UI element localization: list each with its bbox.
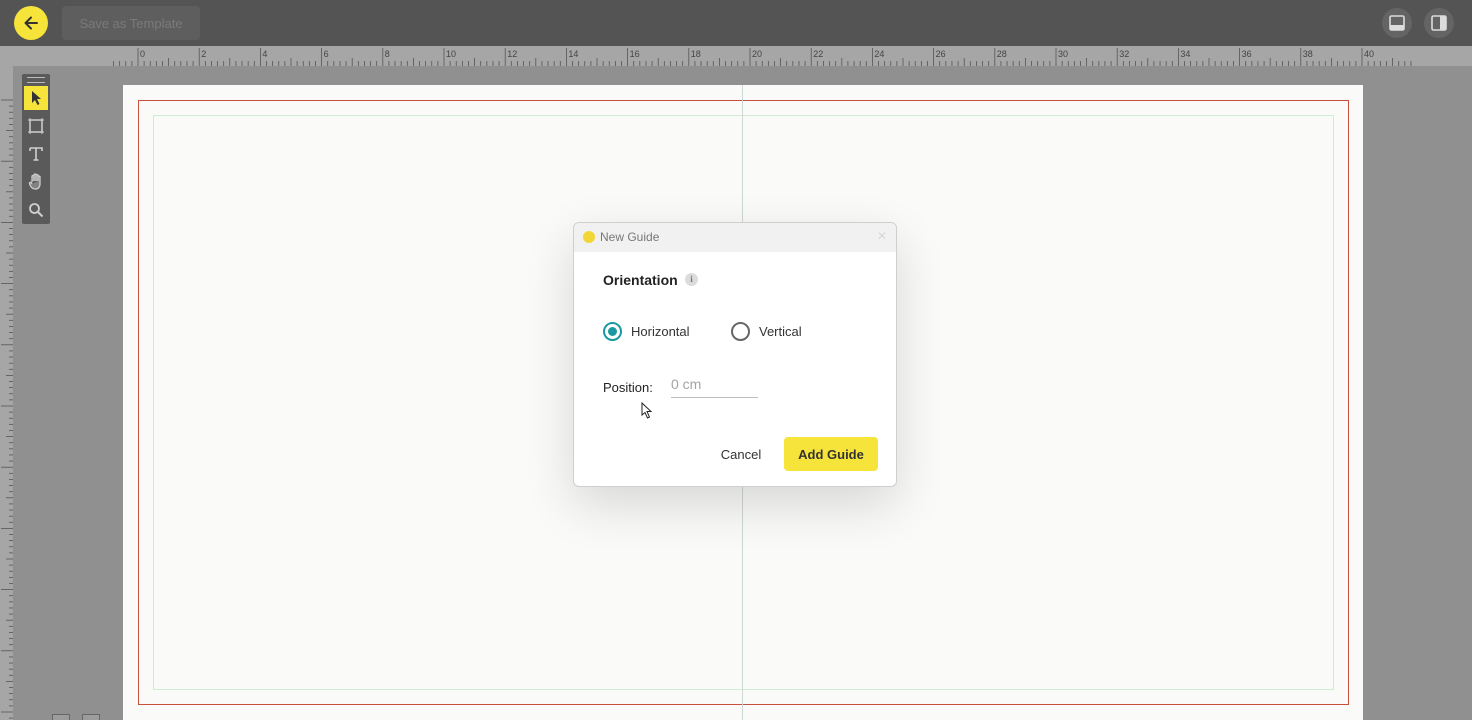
ruler-label: 22 (813, 49, 823, 59)
ruler-label: 40 (1364, 49, 1374, 59)
position-label: Position: (603, 380, 653, 395)
hand-icon (28, 173, 41, 190)
radio-button-checked[interactable] (603, 322, 622, 341)
select-tool[interactable] (24, 86, 48, 110)
close-icon[interactable]: ✕ (877, 229, 887, 243)
magnifier-icon (29, 203, 44, 218)
ruler-label: 14 (568, 49, 578, 59)
ruler-label: 0 (140, 49, 145, 59)
mouse-cursor-icon (641, 402, 653, 419)
save-as-template-button[interactable]: Save as Template (62, 6, 200, 40)
cancel-button[interactable]: Cancel (709, 438, 773, 470)
ruler-label: 26 (936, 49, 946, 59)
radio-vertical-label: Vertical (759, 324, 802, 339)
ruler-label: 20 (752, 49, 762, 59)
top-toolbar: Save as Template (0, 0, 1472, 46)
pointer-icon (32, 91, 41, 105)
page-view-toggle[interactable] (82, 714, 100, 720)
ruler-label: 30 (1058, 49, 1068, 59)
ruler-label: 36 (1242, 49, 1252, 59)
back-button[interactable] (14, 6, 48, 40)
ruler-label: 24 (874, 49, 884, 59)
ruler-label: 28 (997, 49, 1007, 59)
ruler-label: 10 (446, 49, 456, 59)
info-icon[interactable]: i (685, 273, 698, 286)
new-guide-dialog: New Guide ✕ Orientation i Horizontal Ver… (573, 222, 897, 487)
zoom-tool[interactable] (24, 198, 48, 222)
palette-drag-handle[interactable] (27, 77, 45, 83)
side-panel-toggle-button[interactable] (1424, 8, 1454, 38)
frame-tool[interactable] (24, 114, 48, 138)
horizontal-ruler: 0 2 4 6 8 10 12 14 16 18 20 22 24 26 28 30 32 34 36 38 40 (0, 46, 1472, 66)
ruler-label: 32 (1119, 49, 1129, 59)
add-guide-button[interactable]: Add Guide (784, 437, 878, 471)
ruler-label: 6 (324, 49, 329, 59)
ruler-label: 4 (262, 49, 267, 59)
text-tool[interactable] (24, 142, 48, 166)
app-logo-icon (583, 231, 595, 243)
radio-button-unchecked[interactable] (731, 322, 750, 341)
ruler-label: 16 (630, 49, 640, 59)
radio-vertical[interactable]: Vertical (731, 322, 802, 341)
panel-right-icon (1431, 15, 1447, 31)
tool-palette (22, 74, 50, 224)
ruler-label: 2 (201, 49, 206, 59)
hand-tool[interactable] (24, 170, 48, 194)
position-input[interactable] (671, 370, 758, 398)
orientation-heading: Orientation (603, 272, 678, 288)
ruler-label: 8 (385, 49, 390, 59)
ruler-label: 18 (691, 49, 701, 59)
bottom-panel-toggle-button[interactable] (1382, 8, 1412, 38)
vertical-ruler (0, 66, 13, 720)
panel-bottom-icon (1389, 15, 1405, 31)
radio-horizontal[interactable]: Horizontal (603, 322, 690, 341)
dialog-title: New Guide (600, 230, 660, 244)
dialog-titlebar[interactable]: New Guide ✕ (574, 223, 896, 252)
ruler-label: 38 (1303, 49, 1313, 59)
ruler-label: 34 (1180, 49, 1190, 59)
radio-horizontal-label: Horizontal (631, 324, 690, 339)
text-icon (29, 147, 43, 161)
arrow-left-icon (24, 16, 38, 30)
frame-icon (28, 118, 44, 134)
ruler-label: 12 (507, 49, 517, 59)
page-thumbnail-toggle[interactable] (52, 714, 70, 720)
